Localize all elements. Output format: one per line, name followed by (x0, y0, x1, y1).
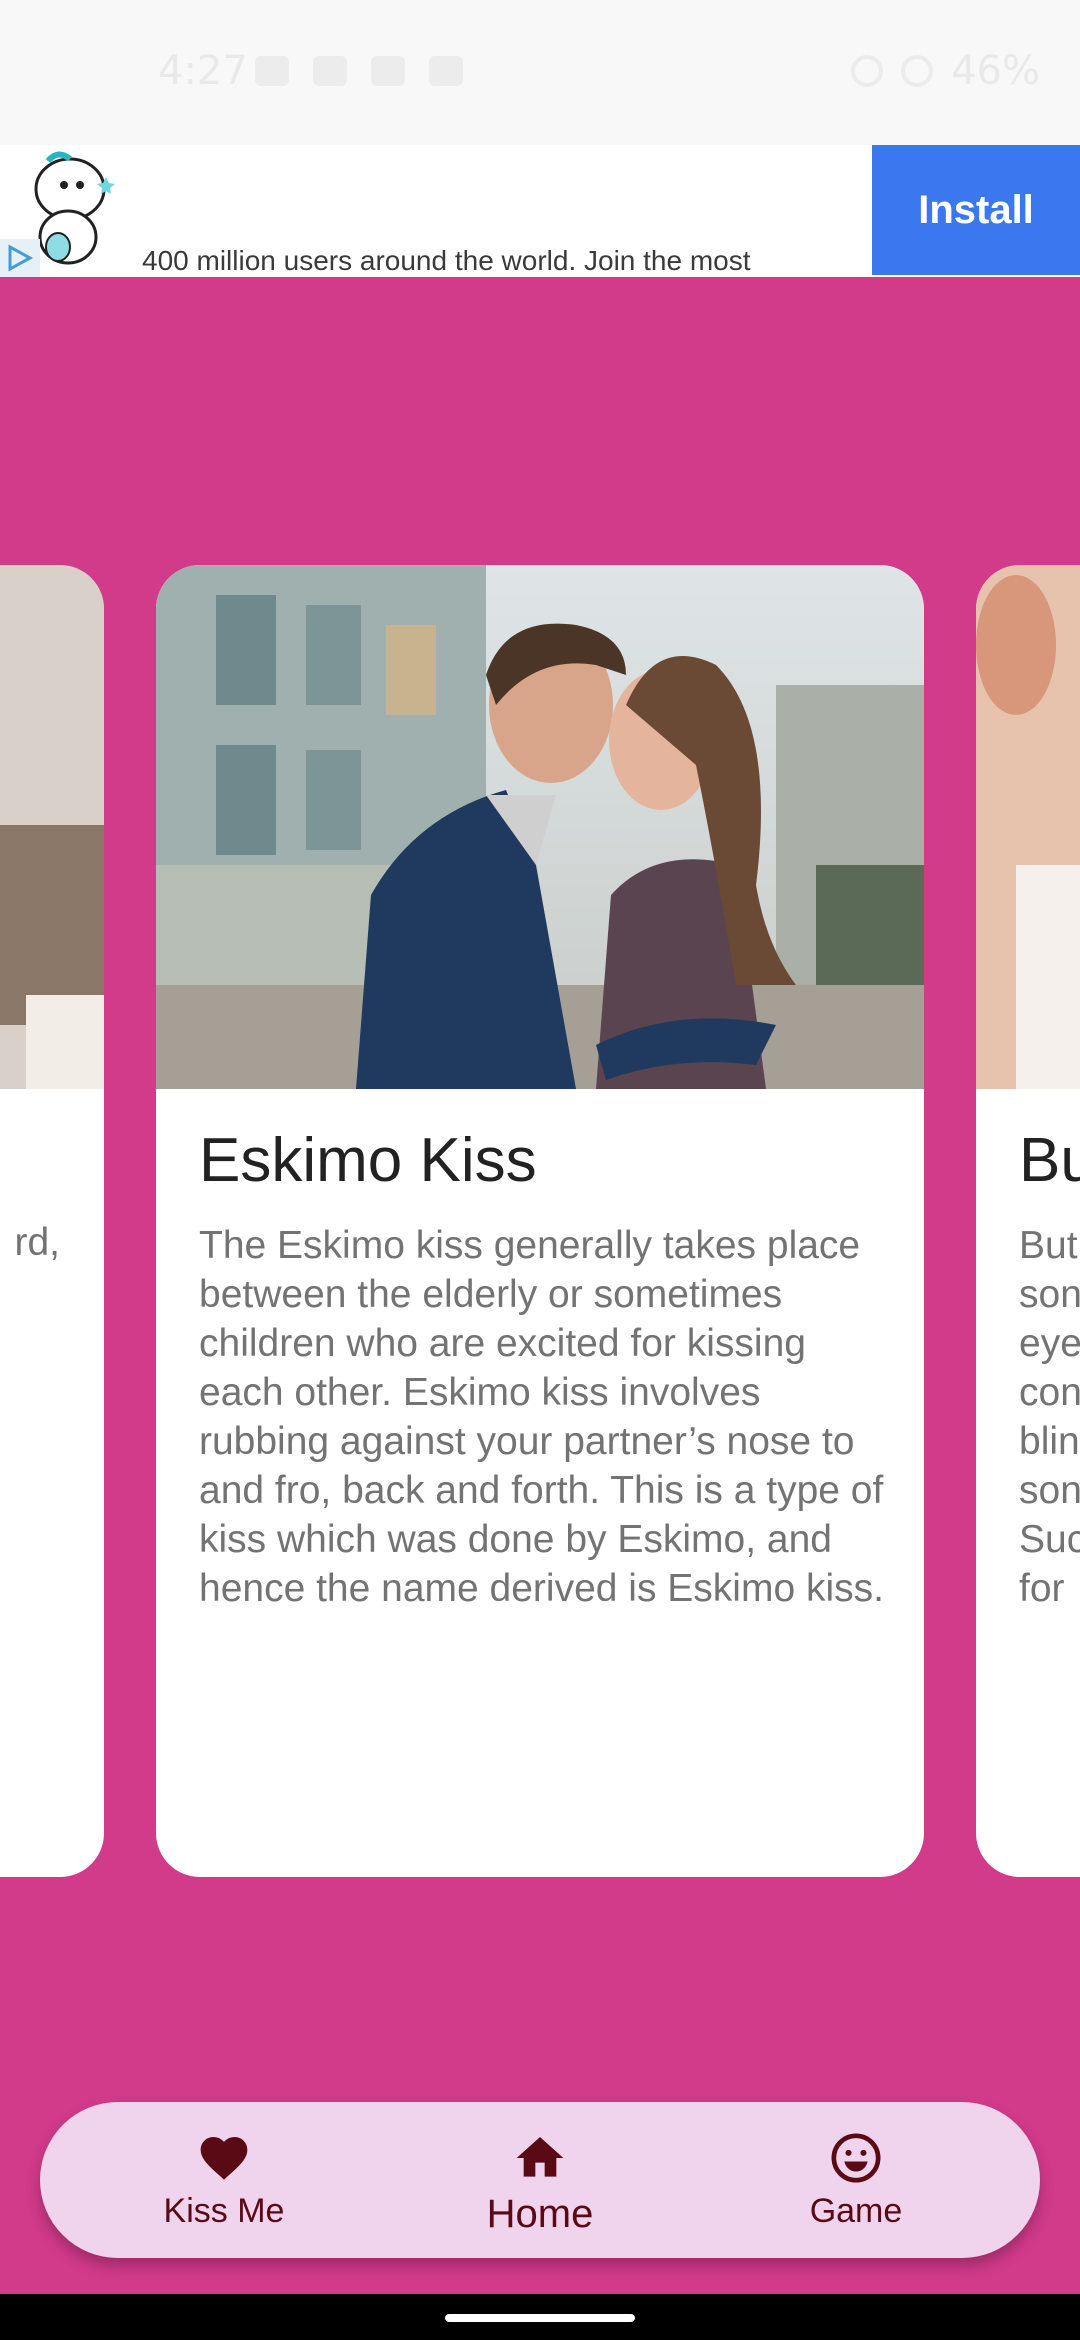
card-body-fragment: But son eye con blin son Suc for (1019, 1221, 1080, 1613)
nav-game[interactable]: Game (746, 2130, 966, 2231)
notification-icons (255, 56, 463, 86)
card-body-line: Suc (1019, 1518, 1080, 1561)
heart-icon (200, 2137, 248, 2180)
calendar-icon (313, 56, 347, 86)
smile-icon (831, 2133, 881, 2183)
card-body-line: blin (1019, 1420, 1080, 1463)
status-time: 4:27 (158, 48, 248, 94)
card-photo-image (0, 565, 104, 1089)
card-photo (156, 565, 924, 1089)
card-body-fragment: rd, (14, 1221, 60, 1264)
youtube-icon (429, 56, 463, 86)
system-navigation-bar (0, 2294, 1080, 2340)
card-description: The Eskimo kiss generally takes place be… (199, 1224, 884, 1610)
nav-label: Kiss Me (163, 2192, 285, 2230)
card-body-line: But (1019, 1224, 1078, 1267)
install-button[interactable]: Install (872, 145, 1080, 275)
ad-banner[interactable]: 400 million users around the world. Join… (0, 145, 1080, 277)
battery-level: 46% (951, 48, 1040, 94)
card-title-fragment: Bu (1019, 1126, 1080, 1195)
home-icon (516, 2137, 564, 2177)
home-gesture-handle[interactable] (445, 2314, 635, 2322)
ad-text: 400 million users around the world. Join… (142, 245, 751, 276)
card-body-line: for (1019, 1567, 1065, 1610)
app-notification-icon (371, 56, 405, 86)
kiss-card-previous[interactable]: rd, (0, 565, 104, 1877)
nav-kiss-me[interactable]: Kiss Me (114, 2130, 334, 2231)
notification-icon (255, 56, 289, 86)
ad-choices-icon[interactable] (0, 239, 40, 277)
nav-home[interactable]: Home (430, 2130, 650, 2237)
eskimo-kiss-photo (156, 565, 924, 1089)
nav-label: Home (486, 2192, 594, 2236)
card-body-line: son (1019, 1273, 1080, 1316)
kiss-card-eskimo[interactable]: Eskimo Kiss The Eskimo kiss generally ta… (156, 565, 924, 1877)
card-body-line: con (1019, 1371, 1080, 1414)
card-body-line: eye (1019, 1322, 1080, 1365)
status-bar: 4:27 46% (0, 0, 1080, 145)
card-body-line: son (1019, 1469, 1080, 1512)
card-title: Eskimo Kiss (199, 1126, 537, 1195)
nav-label: Game (809, 2192, 903, 2230)
card-photo-image (976, 565, 1080, 1089)
kiss-card-next[interactable]: Bu But son eye con blin son Suc for (976, 565, 1080, 1877)
signal-icon (901, 55, 934, 87)
bottom-navigation: Kiss Me Home Game (40, 2102, 1040, 2258)
card-photo (0, 565, 104, 1089)
system-status-icons: 46% (851, 48, 1040, 94)
dnd-icon (851, 55, 884, 87)
app-screen: 4:27 46% 400 million users around the wo… (0, 0, 1080, 2340)
card-photo (976, 565, 1080, 1089)
